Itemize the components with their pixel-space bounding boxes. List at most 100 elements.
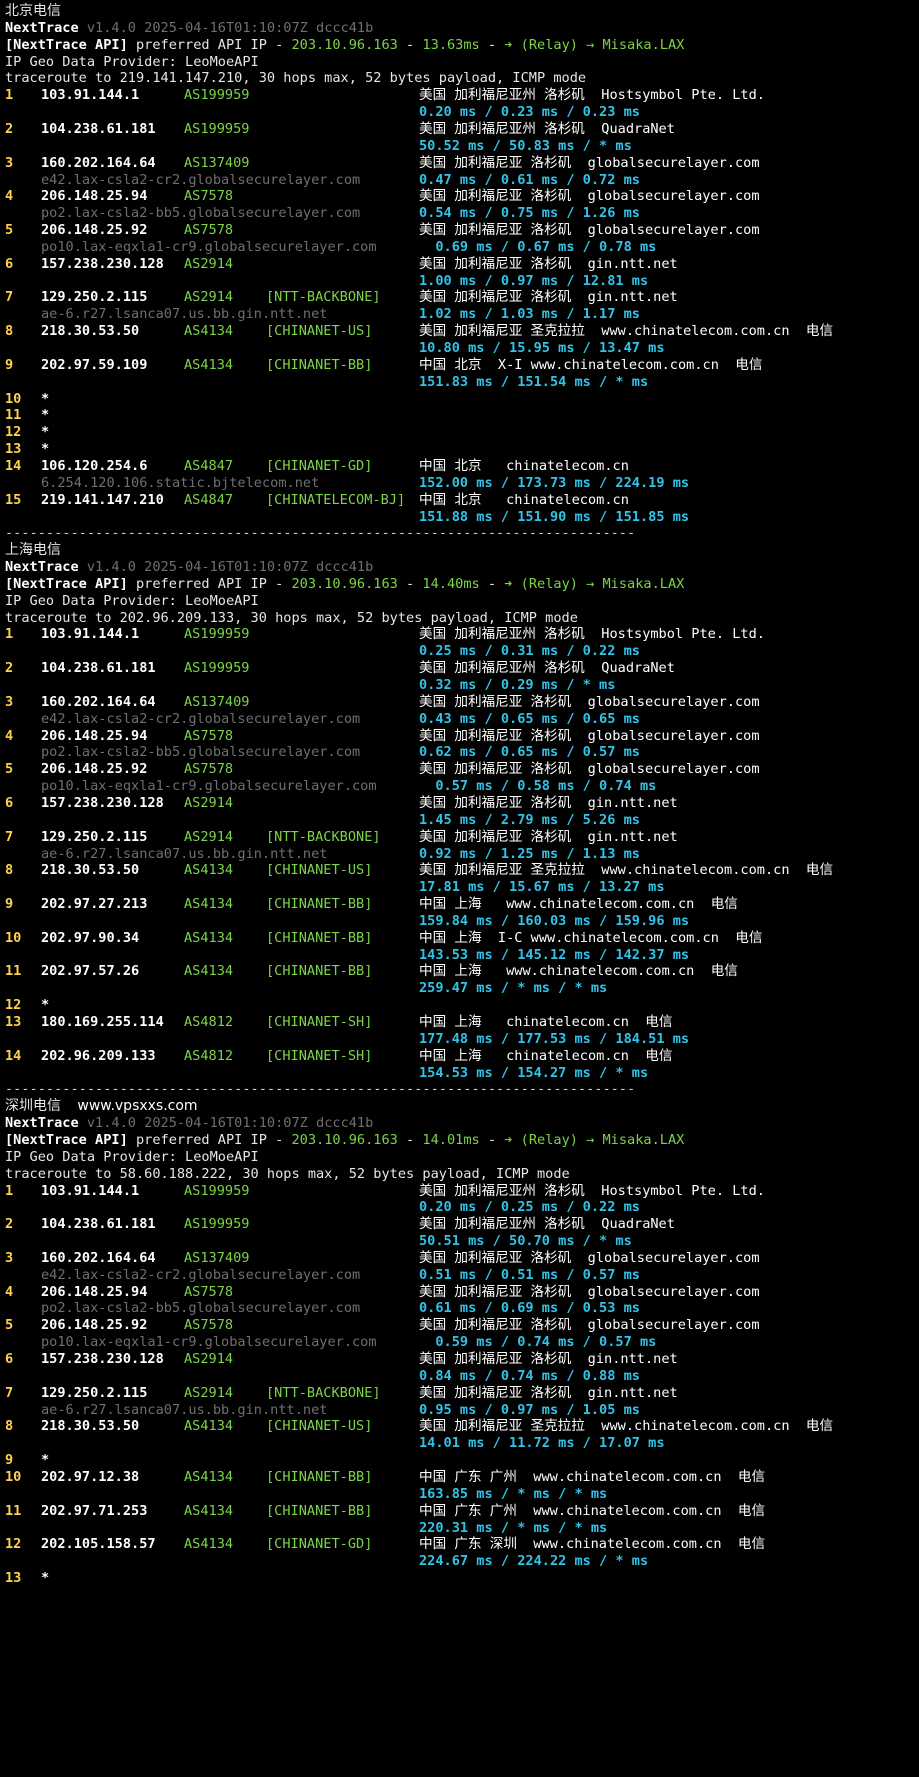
hop-number: 15 [5,491,22,508]
hop-netname: [CHINANET-GD] [266,1536,373,1553]
api-ip: 203.10.96.163 [291,1131,398,1148]
api-sep: - [397,1131,423,1148]
hop-ip: 202.96.209.133 [41,1047,156,1064]
hop-ip: 180.169.255.114 [41,1014,164,1030]
hop-asn: AS4134 [184,862,234,879]
hop-ip: 218.30.53.50 [41,862,140,879]
hop-netname: [CHINATELECOM-BJ] [266,491,406,508]
api-mid: preferred API IP - [135,36,292,53]
hop-asn: AS4812 [184,1047,234,1064]
hop-ip: 218.30.53.50 [41,1418,140,1435]
version-meta: v1.4.0 2025-04-16T01:10:07Z dccc41b [86,19,374,36]
hop-ip: * [41,1570,50,1587]
hop-ip: 202.97.71.253 [41,1502,148,1519]
relay-prefix: ➔ (Relay) → [504,575,603,592]
app-name: NextTrace [5,1115,79,1132]
geo-provider: IP Geo Data Provider: LeoMoeAPI [5,592,259,609]
hop-ip: 202.97.12.38 [41,1468,140,1485]
api-prefix: [NextTrace API] [5,36,128,53]
version-meta: v1.4.0 2025-04-16T01:10:07Z dccc41b [86,1115,374,1132]
hop-ip: 202.105.158.57 [41,1536,156,1553]
hop-asn: AS4812 [184,1014,234,1030]
hop-number: 1 [5,626,14,643]
hop-asn: AS4134 [184,1418,234,1435]
hop-number: 4 [5,727,14,744]
hop-ip: 157.238.230.128 [41,1351,164,1367]
relay-target: Misaka.LAX [602,575,685,592]
api-latency: 14.01ms [422,1131,480,1148]
hop-number: 1 [5,1182,14,1199]
hop-ip: 104.238.61.181 [41,660,156,677]
hop-number: 5 [5,761,14,778]
hop-number: 5 [5,222,14,239]
geo-provider: IP Geo Data Provider: LeoMoeAPI [5,53,259,70]
hop-ip: 219.141.147.210 [41,491,164,508]
api-latency: 13.63ms [422,36,480,53]
hop-number: 11 [5,963,22,980]
api-latency: 14.40ms [422,575,480,592]
hop-number: 1 [5,87,14,104]
hop-asn: AS4134 [184,1502,234,1519]
hop-row: 13 * [5,1569,915,1588]
hop-number: 8 [5,1418,14,1435]
relay-prefix: ➔ (Relay) → [504,36,603,53]
geo-provider: IP Geo Data Provider: LeoMoeAPI [5,1148,259,1165]
section-title-text: 北京电信 [5,3,61,19]
hop-netname: [CHINANET-US] [266,862,373,879]
api-sep: - [397,575,423,592]
hop-netname: [CHINANET-US] [266,1418,373,1435]
hop-asn: AS4134 [184,929,234,946]
hop-asn: AS199959 [184,87,250,104]
hop-number: 6 [5,794,14,811]
hop-number: 2 [5,1216,14,1233]
hop-asn: AS4134 [184,896,234,913]
section-title-extra: www.vpsxxs.com [77,1098,198,1115]
relay-target: Misaka.LAX [602,36,685,53]
hop-ip: 103.91.144.1 [41,1182,140,1199]
hop-number: 13 [5,1014,22,1030]
hop-asn: AS199959 [184,1216,250,1233]
hop-asn: AS4134 [184,1468,234,1485]
hop-ip: 202.97.59.109 [41,356,148,373]
app-name: NextTrace [5,559,79,576]
hop-number: 11 [5,1502,22,1519]
hop-number: 14 [5,1047,22,1064]
traceroute-command: traceroute to 202.96.209.133, 30 hops ma… [5,609,578,626]
hop-asn: AS2914 [184,794,234,811]
api-mid: preferred API IP - [135,1131,292,1148]
hop-number: 3 [5,154,14,171]
hop-number: 14 [5,457,22,474]
hop-number: 7 [5,828,14,845]
hop-number: 4 [5,188,14,205]
relay-prefix: ➔ (Relay) → [504,1131,603,1148]
hop-ip: 103.91.144.1 [41,626,140,643]
hop-number: 9 [5,896,14,913]
hop-ip: 157.238.230.128 [41,794,164,811]
hop-number: 10 [5,929,22,946]
hop-number: 9 [5,356,14,373]
hop-asn: AS2914 [184,255,234,272]
hop-netname: [CHINANET-US] [266,323,373,340]
hop-netname: [CHINANET-SH] [266,1047,373,1064]
hop-number: 2 [5,660,14,677]
hop-asn: AS199959 [184,660,250,677]
section-title-text: 深圳电信 [5,1098,61,1115]
hop-asn: AS4847 [184,491,234,508]
hop-asn: AS199959 [184,1182,250,1199]
hop-asn: AS4134 [184,323,234,340]
api-prefix: [NextTrace API] [5,575,128,592]
hop-asn: AS4134 [184,356,234,373]
hop-ip: 104.238.61.181 [41,120,156,137]
hop-number: 10 [5,1468,22,1485]
hop-asn: AS199959 [184,626,250,643]
hop-ip: 202.97.57.26 [41,963,140,980]
separator-line: ----------------------------------------… [5,525,636,542]
hop-number: 8 [5,862,14,879]
version-meta: v1.4.0 2025-04-16T01:10:07Z dccc41b [86,559,374,576]
hop-asn: AS4134 [184,1536,234,1553]
hop-number: 7 [5,289,14,306]
hop-number: 2 [5,120,14,137]
hop-ip: 104.238.61.181 [41,1216,156,1233]
hop-number: 12 [5,1536,22,1553]
traceroute-command: traceroute to 58.60.188.222, 30 hops max… [5,1165,570,1182]
